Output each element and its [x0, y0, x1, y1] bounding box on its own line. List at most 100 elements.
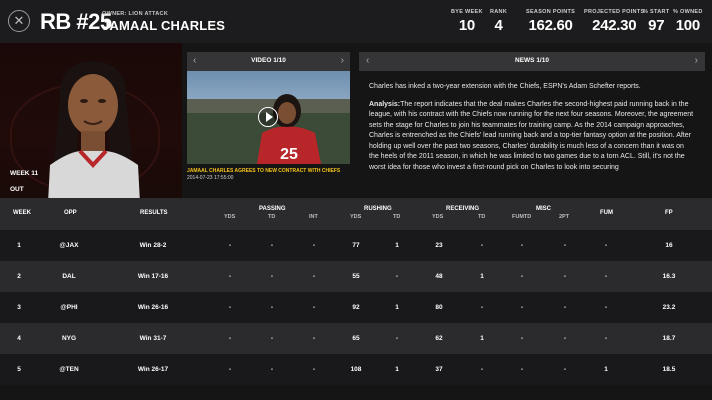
cell-fumtd: -	[520, 242, 524, 249]
cell-pyds: -	[228, 304, 232, 311]
player-header: ✕ RB #25 OWNER: LION ATTACK JAMAAL CHARL…	[0, 0, 712, 43]
video-title: VIDEO 1/10	[251, 57, 286, 64]
cell-fp: 16.3	[662, 273, 676, 280]
cell-fp: 18.7	[662, 335, 676, 342]
video-thumbnail[interactable]: 25	[187, 71, 350, 164]
col-misc-fumtd: FUMTD	[512, 214, 532, 220]
player-name: JAMAAL CHARLES	[102, 18, 226, 33]
cell-recyds: 62	[435, 335, 443, 342]
cell-int: -	[312, 335, 316, 342]
video-header: ‹ VIDEO 1/10 ›	[187, 52, 350, 71]
cell-ryds: 55	[352, 273, 360, 280]
cell-pyds: -	[228, 335, 232, 342]
cell-week: 2	[17, 273, 21, 280]
cell-rtd: -	[395, 273, 399, 280]
play-icon[interactable]	[258, 107, 278, 127]
chevron-right-icon[interactable]: ›	[341, 55, 344, 66]
cell-fumtd: -	[520, 335, 524, 342]
cell-twopt: -	[563, 335, 567, 342]
stat-percent-start: % START 97	[643, 9, 669, 34]
stat-value: 97	[648, 17, 665, 34]
cell-twopt: -	[563, 273, 567, 280]
table-row[interactable]: 4 NYG Win 31-7 - - - 65 - 62 1 - - - 18.7	[0, 323, 712, 354]
cell-fum: 1	[604, 366, 608, 373]
news-headline: Charles has inked a two-year extension w…	[369, 83, 641, 90]
player-photo	[48, 61, 140, 198]
cell-opp: @TEN	[59, 366, 79, 373]
news-panel: ‹ NEWS 1/10 › Charles has inked a two-ye…	[359, 52, 705, 182]
cell-week: 1	[17, 242, 21, 249]
cell-pyds: -	[228, 366, 232, 373]
col-week: WEEK	[13, 210, 31, 216]
stat-label: RANK	[490, 9, 508, 15]
col-rushing-yds: YDS	[350, 214, 362, 220]
chevron-right-icon[interactable]: ›	[695, 55, 698, 66]
cell-fum: -	[604, 335, 608, 342]
cell-recyds: 23	[435, 242, 443, 249]
cell-fumtd: -	[520, 366, 524, 373]
cell-int: -	[312, 273, 316, 280]
cell-ptd: -	[270, 335, 274, 342]
owner-label: OWNER: LION ATTACK	[102, 11, 169, 17]
cell-pyds: -	[228, 242, 232, 249]
cell-int: -	[312, 366, 316, 373]
cell-int: -	[312, 304, 316, 311]
cell-fp: 18.5	[662, 366, 676, 373]
video-caption[interactable]: JAMAAL CHARLES AGREES TO NEW CONTRACT WI…	[187, 168, 350, 174]
stat-label: SEASON POINTS	[526, 9, 576, 15]
cell-ryds: 77	[352, 242, 360, 249]
stat-value: 242.30	[592, 17, 637, 34]
col-rushing-td: TD	[393, 214, 401, 220]
cell-week: 5	[17, 366, 21, 373]
cell-twopt: -	[563, 366, 567, 373]
cell-rectd: -	[480, 242, 484, 249]
stat-label: BYE WEEK	[451, 9, 483, 15]
cell-rtd: -	[395, 335, 399, 342]
cell-opp: @JAX	[59, 242, 79, 249]
cell-opp: @PHI	[60, 304, 78, 311]
col-receiving-yds: YDS	[432, 214, 444, 220]
cell-fum: -	[604, 242, 608, 249]
cell-rtd: 1	[395, 366, 399, 373]
cell-rectd: -	[480, 304, 484, 311]
cell-ptd: -	[270, 242, 274, 249]
close-icon[interactable]: ✕	[8, 10, 30, 32]
stat-season-points: SEASON POINTS 162.60	[526, 9, 575, 34]
news-header: ‹ NEWS 1/10 ›	[359, 52, 705, 71]
cell-ryds: 65	[352, 335, 360, 342]
cell-week: 4	[17, 335, 21, 342]
cell-ptd: -	[270, 304, 274, 311]
cell-rectd: 1	[480, 273, 484, 280]
stats-table-header: WEEK OPP RESULTS PASSING YDS TD INT RUSH…	[0, 198, 712, 230]
stat-value: 4	[494, 17, 503, 34]
table-row[interactable]: 5 @TEN Win 26-17 - - - 108 1 37 - - - 1 18.5	[0, 354, 712, 385]
table-row[interactable]: 3 @PHI Win 26-16 - - - 92 1 80 - - - - 23.2	[0, 292, 712, 323]
cell-result: Win 26-17	[137, 366, 169, 373]
cell-rtd: 1	[395, 242, 399, 249]
col-fp: FP	[665, 210, 673, 216]
col-receiving-td: TD	[478, 214, 486, 220]
stat-label: % START	[643, 9, 670, 15]
cell-fp: 23.2	[662, 304, 676, 311]
week-label: WEEK 11	[10, 170, 39, 177]
table-row[interactable]: 2 DAL Win 17-16 - - - 55 - 48 1 - - - 16.3	[0, 261, 712, 292]
cell-ryds: 92	[352, 304, 360, 311]
video-date: 2014-07-23 17:55:00	[187, 175, 234, 181]
cell-recyds: 80	[435, 304, 443, 311]
col-passing-yds: YDS	[224, 214, 236, 220]
table-row[interactable]: 1 @JAX Win 28-2 - - - 77 1 23 - - - - 16	[0, 230, 712, 261]
video-panel: ‹ VIDEO 1/10 › 25 JAMAAL CHARLES AGREES …	[187, 52, 350, 188]
col-group-receiving: RECEIVING	[446, 206, 480, 212]
analysis-text: The report indicates that the deal makes…	[369, 100, 694, 171]
cell-opp: DAL	[62, 273, 76, 280]
cell-result: Win 28-2	[139, 242, 167, 249]
cell-result: Win 26-16	[137, 304, 169, 311]
cell-recyds: 48	[435, 273, 443, 280]
cell-ptd: -	[270, 273, 274, 280]
stat-value: 162.60	[528, 17, 573, 34]
col-fum: FUM	[600, 210, 613, 216]
cell-result: Win 17-16	[137, 273, 169, 280]
col-misc-2pt: 2PT	[559, 214, 570, 220]
news-title: NEWS 1/10	[515, 57, 549, 64]
stat-value: 100	[675, 17, 700, 34]
